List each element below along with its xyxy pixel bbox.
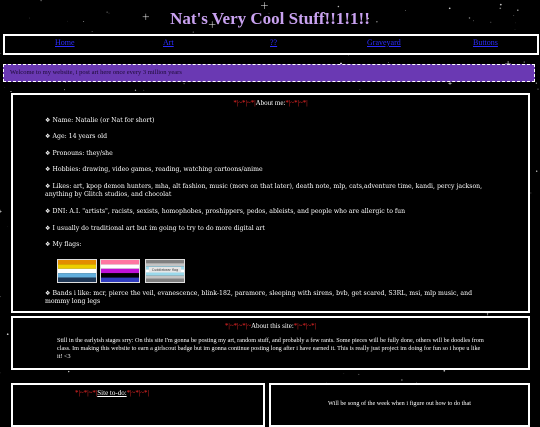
aroace-flag-image [57,259,97,283]
heading-deco-right: *|~*|~*| [294,322,316,330]
genderfluid-flag-image [100,259,140,283]
heading-deco-left: *|~*|~*| [233,99,255,107]
nav-link-graveyard[interactable]: Graveyard [367,38,401,47]
heading-deco-right: *|~*|~*| [285,99,307,107]
star [92,31,93,32]
star [193,32,194,33]
about-site-title: About this site: [251,322,294,330]
star [524,62,525,63]
star [401,379,402,380]
welcome-banner: Welcome to my website, i post art here o… [3,64,535,82]
star [537,88,538,89]
about-item-hobbies: ❖ Hobbies: drawing, video games, reading… [45,166,485,174]
about-item-likes: ❖ Likes: art, kpop demon hunters, mha, a… [45,183,485,199]
about-item-art: ❖ I usually do traditional art but im go… [45,225,485,233]
star [358,374,359,375]
star [531,193,532,194]
star [135,90,136,91]
sparkle-star [0,210,2,213]
star [443,370,445,372]
star [183,83,184,84]
about-site-heading: *|~*|~*|~About this site:*|~*|~*| [13,322,528,330]
about-me-title: About me: [256,99,286,107]
note-box: Will be song of the week when i figure o… [269,383,530,427]
todo-box: *|~*|~*|Site to-do:*|~*|~*| [11,383,265,427]
star [515,29,516,30]
welcome-text: Welcome to my website, i post art here o… [4,69,182,76]
star [143,90,144,91]
star [536,171,537,172]
heading-deco-right: *|~*|~*| [127,389,149,397]
about-item-dni: ❖ DNI: A.I. "artists", racists, sexists,… [45,208,485,216]
about-site-box: *|~*|~*|~About this site:*|~*|~*| Still … [11,316,530,370]
nav-bar: Home Art ?? Graveyard Buttons [3,34,539,55]
star [68,371,69,372]
demiboy-flag-image: Cuddlebear flag [145,259,185,283]
todo-heading: *|~*|~*|Site to-do:*|~*|~*| [13,389,263,397]
sparkle-star [261,2,268,9]
about-item-name: ❖ Name: Natalie (or Nat for short) [45,117,485,125]
heading-deco-left: *|~*|~*|~ [225,322,251,330]
about-item-bands: ❖ Bands i like: mcr, pierce the veil, ev… [45,290,485,306]
flag-caption: Cuddlebear flag [152,268,178,272]
nav-link-home[interactable]: Home [55,38,75,47]
star [40,0,41,1]
star [338,6,340,8]
heading-deco-left: *|~*|~*| [75,389,97,397]
page-title: Nat's Very Cool Stuff!!1!1!! [0,9,540,29]
star [10,91,11,92]
nav-link-unknown[interactable]: ?? [270,38,277,47]
star [536,83,537,84]
about-me-heading: *|~*|~*|About me:*|~*|~*| [13,99,528,107]
star [500,4,502,6]
star [0,53,1,54]
note-text: Will be song of the week when i figure o… [271,400,528,408]
nav-link-art[interactable]: Art [163,38,174,47]
star [7,333,9,335]
star [0,296,1,297]
about-item-pronouns: ❖ Pronouns: they/she [45,150,485,158]
about-site-text: Still in the earlyish stages srry: On th… [57,337,487,361]
todo-title: Site to-do: [97,389,126,397]
star [64,89,65,90]
sparkle-star [448,82,451,85]
star [388,62,389,63]
about-item-age: ❖ Age: 14 years old [45,133,485,141]
nav-link-buttons[interactable]: Buttons [473,38,498,47]
about-item-flags-label: ❖ My flags: [45,241,485,249]
star [360,89,361,90]
